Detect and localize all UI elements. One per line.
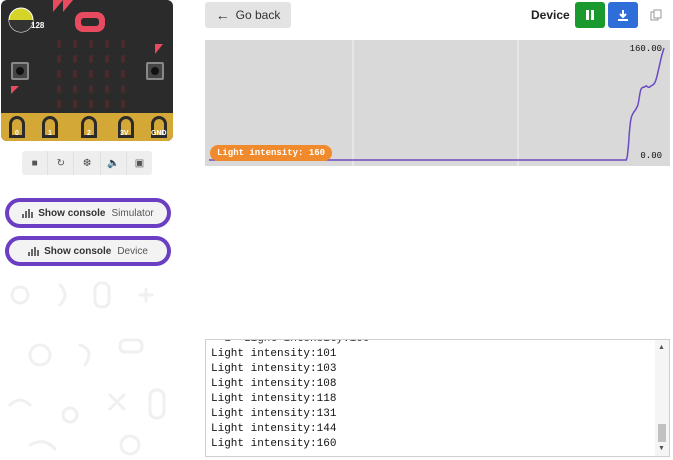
led (57, 70, 61, 78)
console-line: Light intensity:108 (211, 378, 337, 390)
bar-chart-icon (22, 208, 34, 218)
button-b[interactable] (146, 62, 164, 80)
show-console-simulator-button[interactable]: Show console Simulator (5, 198, 171, 228)
sound-icon[interactable]: 🔈 (101, 151, 127, 175)
led (105, 70, 109, 78)
led (73, 40, 77, 48)
console-line: Light intensity:131 (211, 408, 337, 420)
console-line: Light intensity:101 (211, 348, 337, 360)
show-console-label: Show console (44, 245, 112, 257)
led (105, 55, 109, 63)
pause-button[interactable] (575, 2, 605, 28)
pin-label-2: 2 (87, 130, 91, 137)
button-a[interactable] (11, 62, 29, 80)
scroll-up-icon[interactable]: ▲ (658, 344, 665, 351)
led (57, 100, 61, 108)
scroll-thumb[interactable] (658, 424, 666, 442)
led (57, 85, 61, 93)
arrow-left-icon: ← (215, 7, 230, 23)
led (73, 55, 77, 63)
console-source-label: Device (117, 245, 148, 257)
show-console-label: Show console (38, 207, 106, 219)
y-min-label: 0.00 (640, 151, 662, 161)
copy-button[interactable] (641, 2, 671, 28)
led (105, 40, 109, 48)
console-source-label: Simulator (111, 207, 154, 219)
light-level-value: 128 (31, 21, 45, 30)
stop-icon[interactable]: ■ (22, 151, 49, 175)
simulator-panel: 128 0 1 2 3V GND ■ ↻ ❆ 🔈 ▣ Show console … (0, 0, 190, 460)
pin-label-1: 1 (48, 130, 52, 137)
microbit-board[interactable]: 128 0 1 2 3V GND (1, 0, 173, 141)
bar-chart-icon (28, 246, 40, 256)
console-line: Light intensity:144 (211, 423, 337, 435)
led (121, 55, 125, 63)
download-button[interactable] (608, 2, 638, 28)
led (105, 85, 109, 93)
console-line: 1 Light intensity:100 (211, 339, 370, 345)
console-output[interactable]: 1 Light intensity:100 Light intensity:10… (205, 339, 670, 457)
led (73, 85, 77, 93)
pause-icon (586, 10, 594, 20)
console-line: Light intensity:118 (211, 393, 337, 405)
led (121, 85, 125, 93)
led (89, 40, 93, 48)
led (105, 100, 109, 108)
y-max-label: 160.00 (629, 44, 662, 54)
pin-label-gnd: GND (151, 130, 167, 137)
fullscreen-icon[interactable]: ▣ (127, 151, 152, 175)
console-line: Light intensity:103 (211, 363, 337, 375)
console-lines: 1 Light intensity:100 Light intensity:10… (211, 339, 656, 452)
led (89, 70, 93, 78)
led (73, 70, 77, 78)
background-pattern (8, 281, 166, 456)
led (57, 55, 61, 63)
led (57, 40, 61, 48)
go-back-label: Go back (235, 8, 281, 22)
debug-icon[interactable]: ❆ (74, 151, 101, 175)
device-title: Device (531, 8, 570, 22)
led (121, 100, 125, 108)
series-current-value: 160 (308, 148, 326, 158)
show-console-device-button[interactable]: Show console Device (5, 236, 171, 266)
console-line: Light intensity:160 (211, 438, 337, 450)
go-back-button[interactable]: ← Go back (205, 2, 291, 28)
pin-label-3v: 3V (120, 130, 129, 137)
led (89, 85, 93, 93)
download-icon (618, 10, 628, 21)
led (89, 55, 93, 63)
restart-icon[interactable]: ↻ (48, 151, 75, 175)
led (89, 100, 93, 108)
simulator-toolbar: ■ ↻ ❆ 🔈 ▣ (22, 151, 152, 175)
series-legend-pill: Light intensity: 160 (210, 145, 333, 161)
data-chart: 160.00 0.00 Light intensity: 160 (205, 40, 670, 166)
led (73, 100, 77, 108)
console-scrollbar[interactable]: ▲ ▼ (655, 340, 669, 456)
pin-label-0: 0 (15, 130, 19, 137)
series-name: Light intensity (217, 148, 299, 158)
series-line-light-intensity (209, 47, 665, 161)
copy-icon (650, 9, 662, 21)
led (121, 70, 125, 78)
scroll-down-icon[interactable]: ▼ (658, 445, 665, 452)
led (121, 40, 125, 48)
